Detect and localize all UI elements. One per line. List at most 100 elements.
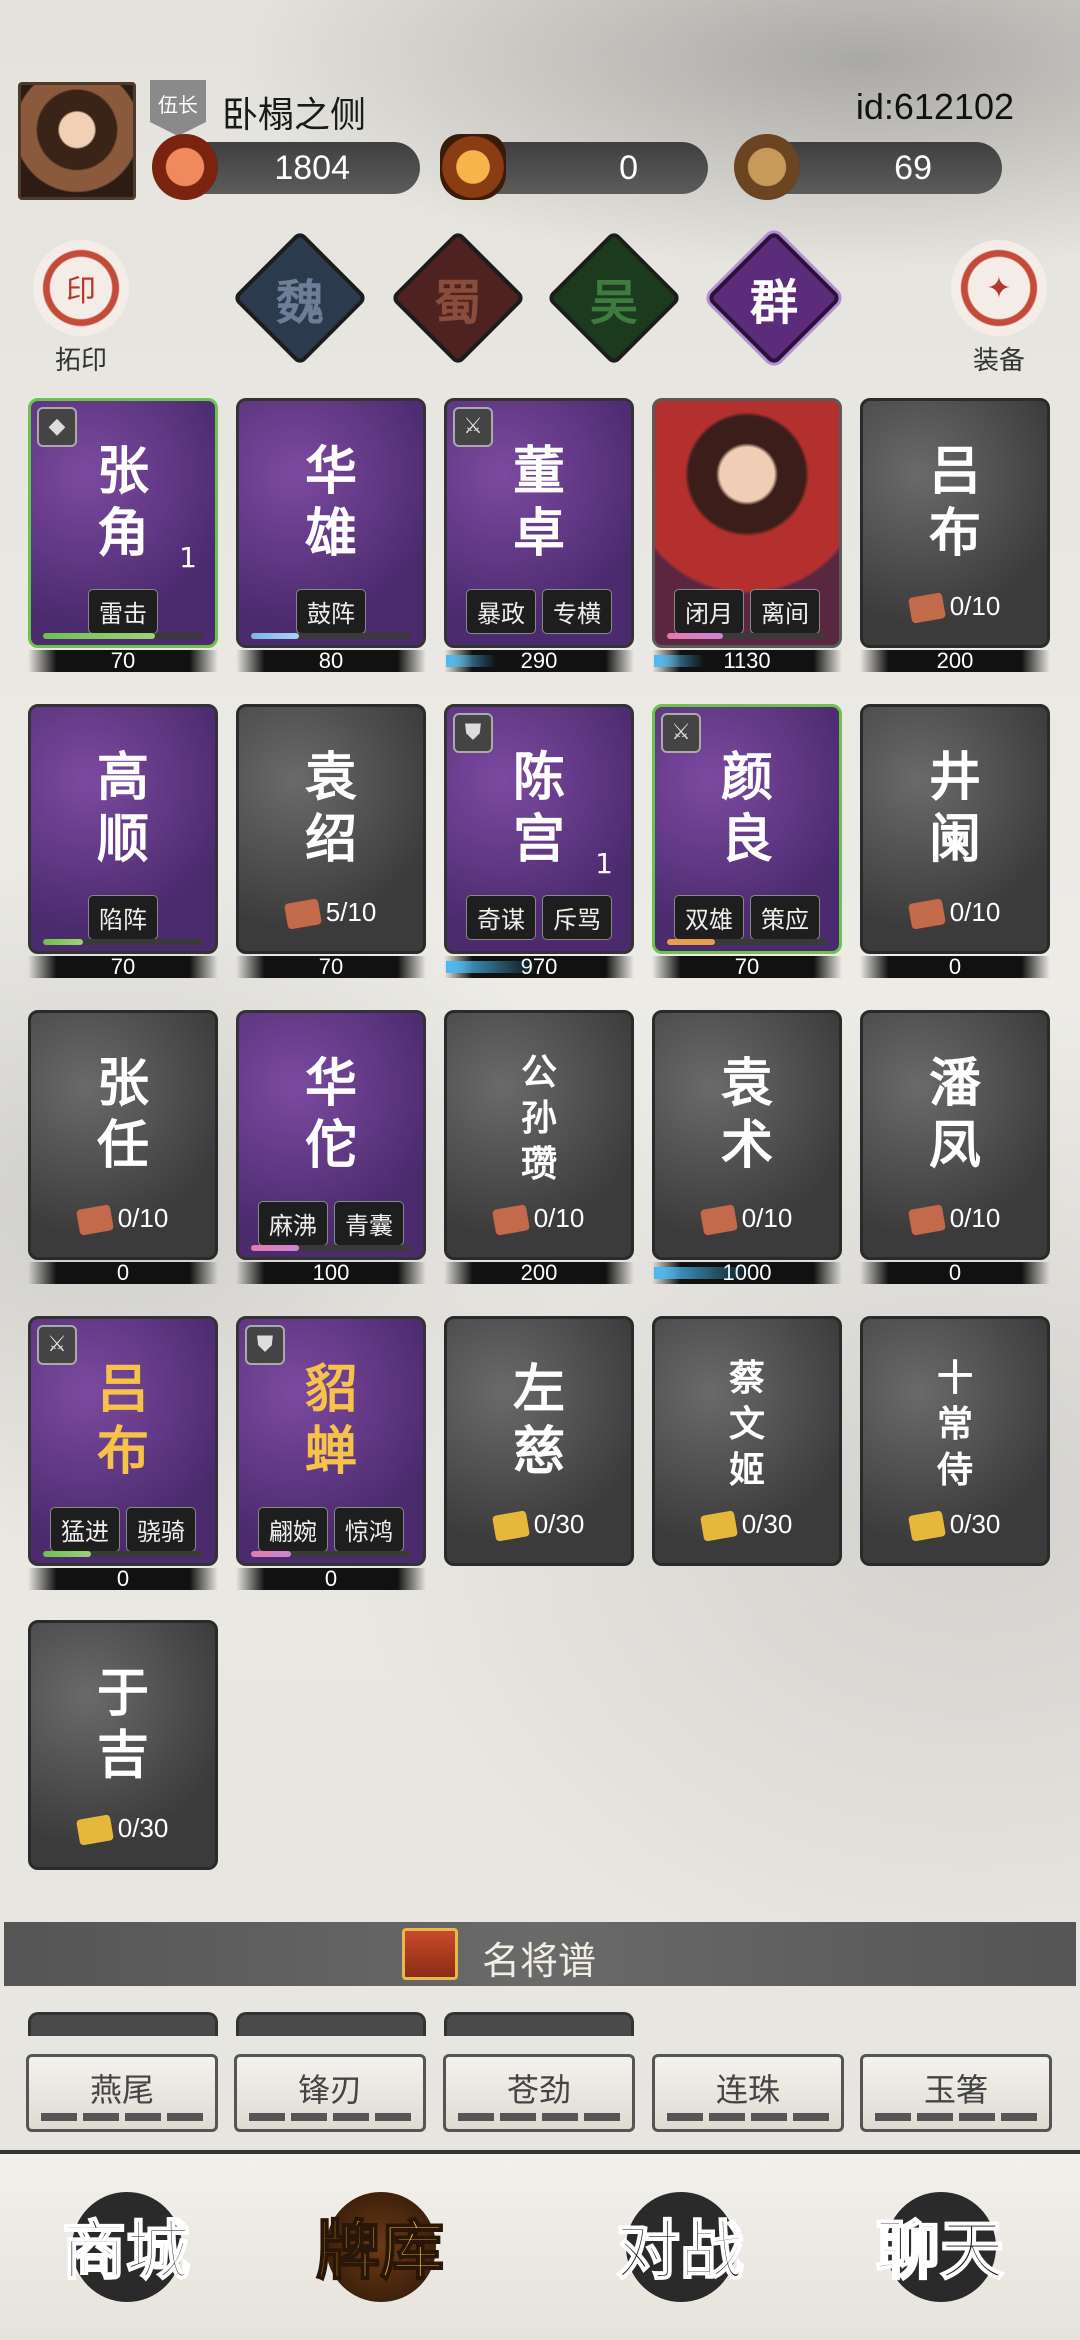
- skill-tag: 暴政: [466, 589, 536, 634]
- card-power: 70: [28, 650, 218, 672]
- book-icon: [402, 1928, 458, 1980]
- faction-label: 蜀: [433, 274, 483, 331]
- nav-shop[interactable]: 商城: [36, 2192, 216, 2312]
- card-power: 0: [28, 1568, 218, 1590]
- general-card-locked[interactable]: 张任 0/10: [28, 1010, 218, 1260]
- fragment-count: 5/10: [239, 897, 423, 930]
- skill-tag: 雷击: [88, 589, 158, 634]
- bronze-coin-icon: [734, 134, 800, 200]
- general-card-locked[interactable]: 吕布 0/10: [860, 398, 1050, 648]
- general-card-locked[interactable]: 左慈 0/30: [444, 1316, 634, 1566]
- swords-medal-icon: [152, 134, 218, 200]
- nav-chat[interactable]: 聊天: [850, 2192, 1030, 2312]
- general-card-locked[interactable]: 于吉 0/30: [28, 1620, 218, 1870]
- progress-bar: [667, 633, 827, 639]
- fragment-count: 0/10: [655, 1203, 839, 1236]
- skill-tag: 骁骑: [126, 1507, 196, 1552]
- general-card-locked[interactable]: 潘凤 0/10: [860, 1010, 1050, 1260]
- filter-button[interactable]: 连珠: [652, 2054, 844, 2132]
- skill-tag: 惊鸿: [334, 1507, 404, 1552]
- general-name: 董卓: [512, 441, 565, 564]
- general-name: 井阑: [928, 747, 981, 870]
- faction-label: 群: [749, 274, 799, 331]
- card-power: 0: [28, 1262, 218, 1284]
- general-card[interactable]: ⚔ 吕布 猛进 骁骑: [28, 1316, 218, 1566]
- faction-label: 魏: [275, 274, 325, 331]
- skill-tag: 双雄: [674, 895, 744, 940]
- card-power: 200: [860, 650, 1050, 672]
- card-power: 1130: [652, 650, 842, 672]
- general-card-locked[interactable]: 井阑 0/10: [860, 704, 1050, 954]
- rubbing-label: 拓印: [54, 346, 107, 376]
- general-card-locked[interactable]: 袁绍 5/10: [236, 704, 426, 954]
- resource-value: 69: [894, 149, 932, 187]
- skill-tag: 陷阵: [88, 895, 158, 940]
- filter-button[interactable]: 玉箸: [860, 2054, 1052, 2132]
- fragment-count: 0/30: [863, 1509, 1047, 1542]
- fragment-icon: [907, 898, 946, 930]
- rubbing-button[interactable]: 印 拓印: [26, 240, 136, 377]
- resource-medals[interactable]: 1804: [152, 134, 420, 200]
- general-card[interactable]: ⚔ 董卓 暴政 专横: [444, 398, 634, 648]
- player-avatar[interactable]: [18, 82, 136, 200]
- general-card-portrait[interactable]: 闭月 离间: [652, 398, 842, 648]
- general-name: 潘凤: [928, 1053, 981, 1176]
- skill-tag: 猛进: [50, 1507, 120, 1552]
- skill-tag: 青囊: [334, 1201, 404, 1246]
- general-card-locked[interactable]: 蔡文姬 0/30: [652, 1316, 842, 1566]
- general-card[interactable]: ⛊ 陈宫 1 奇谋 斥骂: [444, 704, 634, 954]
- general-card[interactable]: 华雄 鼓阵: [236, 398, 426, 648]
- general-name: 吕布: [96, 1359, 149, 1482]
- skill-tag: 策应: [750, 895, 820, 940]
- card-power: 0: [236, 1568, 426, 1590]
- nav-battle[interactable]: 对战: [590, 2192, 770, 2312]
- card-power: 1000: [652, 1262, 842, 1284]
- general-card[interactable]: ⛊ 貂蝉 翩婉 惊鸿: [236, 1316, 426, 1566]
- general-card-locked[interactable]: 十常侍 0/30: [860, 1316, 1050, 1566]
- filter-button[interactable]: 燕尾: [26, 2054, 218, 2132]
- skill-tag: 麻沸: [258, 1201, 328, 1246]
- card-power: 70: [28, 956, 218, 978]
- general-card-locked[interactable]: 袁术 0/10: [652, 1010, 842, 1260]
- seal-icon: 印: [33, 240, 129, 336]
- fragment-icon: [907, 592, 946, 624]
- card-power: 970: [444, 956, 634, 978]
- skill-tag: 奇谋: [466, 895, 536, 940]
- player-header: 伍长 卧榻之侧 id:612102 1804 0 69: [0, 0, 1080, 220]
- general-name: 高顺: [96, 747, 149, 870]
- general-card[interactable]: ⚔ 颜良 双雄 策应: [652, 704, 842, 954]
- general-name: 貂蝉: [304, 1359, 357, 1482]
- general-name: 于吉: [96, 1663, 149, 1786]
- equipment-button[interactable]: ✦ 装备: [944, 240, 1054, 377]
- card-power: 100: [236, 1262, 426, 1284]
- general-card[interactable]: 高顺 陷阵: [28, 704, 218, 954]
- fragment-icon: [75, 1814, 114, 1846]
- progress-bar: [251, 1551, 411, 1557]
- fragment-count: 0/30: [447, 1509, 631, 1542]
- card-level: 1: [595, 847, 613, 880]
- nav-card-library[interactable]: 牌库: [290, 2192, 470, 2312]
- general-card-locked[interactable]: 公孙瓒 0/10: [444, 1010, 634, 1260]
- collapsed-card-peek: [236, 2012, 426, 2036]
- general-name: 公孙瓒: [520, 1051, 557, 1185]
- general-card[interactable]: 华佗 麻沸 青囊: [236, 1010, 426, 1260]
- fragment-count: 0/30: [31, 1813, 215, 1846]
- fragment-icon: [907, 1510, 946, 1542]
- filter-button[interactable]: 锋刃: [234, 2054, 426, 2132]
- general-name: 华雄: [304, 441, 357, 564]
- general-card[interactable]: ◆ 张角 1 雷击: [28, 398, 218, 648]
- famous-generals-bar[interactable]: 名将谱: [4, 1922, 1076, 1986]
- resource-scrolls[interactable]: 0: [440, 134, 708, 200]
- fragment-icon: [491, 1204, 530, 1236]
- fragment-icon: [283, 898, 322, 930]
- filter-button[interactable]: 苍劲: [443, 2054, 635, 2132]
- fragment-icon: [699, 1204, 738, 1236]
- progress-bar: [43, 1551, 203, 1557]
- skill-tag: 专横: [542, 589, 612, 634]
- collapsed-card-peek: [28, 2012, 218, 2036]
- progress-bar: [667, 939, 827, 945]
- resource-coins[interactable]: 69: [734, 134, 1002, 200]
- card-power: 70: [652, 956, 842, 978]
- general-name: 张任: [96, 1053, 149, 1176]
- skill-tag: 闭月: [674, 589, 744, 634]
